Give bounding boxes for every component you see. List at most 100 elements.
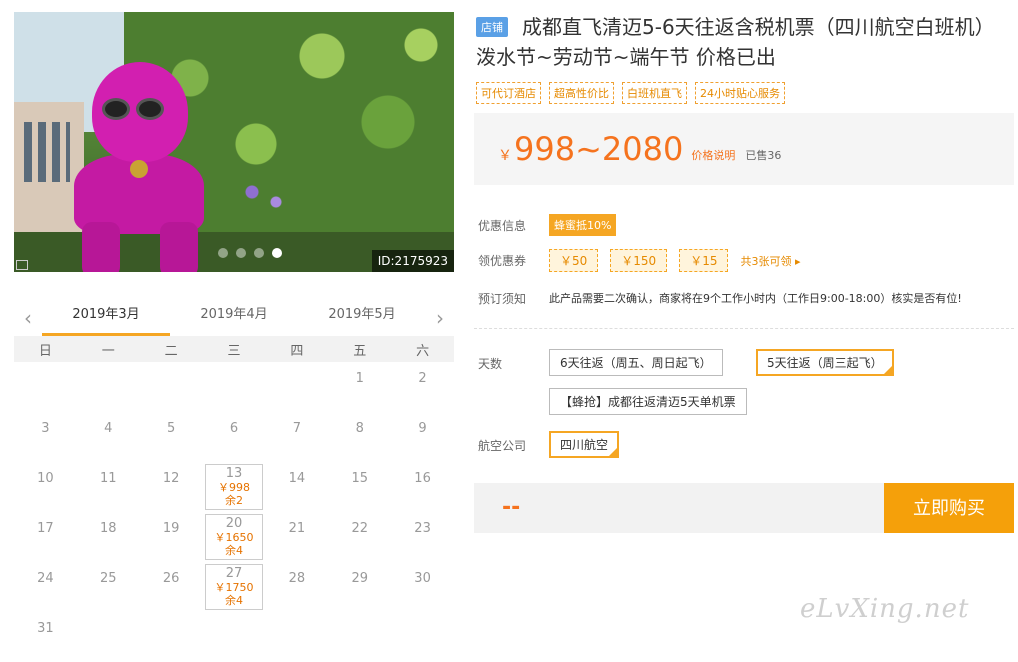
day-number: 7 [292, 421, 301, 436]
coupon-item[interactable]: ￥15 [679, 249, 729, 272]
chevron-left-icon[interactable]: ‹ [14, 306, 42, 330]
calendar-day: 18 [77, 512, 140, 562]
notice-text: 此产品需要二次确认，商家将在9个工作小时内（工作日9:00-18:00）核实是否… [549, 292, 962, 305]
chevron-right-icon[interactable]: › [426, 306, 454, 330]
day-number: 19 [162, 521, 180, 536]
day-number: 18 [100, 521, 117, 536]
calendar-day: 15 [328, 462, 391, 512]
day-number: 2 [418, 371, 427, 386]
weekday-label: 二 [164, 343, 178, 359]
slide-dot[interactable] [236, 248, 246, 258]
calendar-day: 24 [14, 562, 77, 612]
calendar-day: 30 [391, 562, 454, 612]
airline-option-selected[interactable]: 四川航空 [549, 431, 620, 458]
day-number: 13 [225, 466, 243, 481]
tab-month-3[interactable]: 2019年5月 [298, 300, 426, 336]
calendar-day: 17 [14, 512, 77, 562]
price-explain-link[interactable]: 价格说明 [691, 147, 735, 163]
notice-label: 预订须知 [478, 292, 527, 306]
slide-dots [218, 248, 282, 258]
day-number: 8 [355, 421, 364, 436]
calendar-day: 25 [77, 562, 140, 612]
weekday-label: 三 [227, 343, 241, 359]
product-title: 成都直飞清迈5-6天往返含税机票（四川航空白班机）泼水节~劳动节~端午节 价格已… [476, 15, 995, 69]
store-badge: 店铺 [476, 17, 508, 37]
day-number: 30 [414, 571, 431, 586]
day-stock: 余4 [224, 544, 243, 557]
calendar-day [265, 362, 328, 412]
tab-month-1[interactable]: 2019年3月 [42, 300, 170, 336]
pink-statue [74, 62, 204, 272]
buy-now-button[interactable]: 立即购买 [884, 483, 1014, 533]
calendar-day-available[interactable]: 27 ￥1750 余4 [204, 564, 264, 610]
day-number: 25 [100, 571, 117, 586]
photo-thumbnail-icon[interactable] [16, 260, 28, 270]
calendar-day: 5 [140, 412, 203, 462]
day-number: 9 [418, 421, 427, 436]
discount-label: 优惠信息 [478, 219, 527, 233]
coupon-item[interactable]: ￥150 [610, 249, 668, 272]
day-number: 26 [162, 571, 180, 586]
day-option-selected[interactable]: 5天往返（周三起飞） [756, 349, 894, 376]
purchase-bar: -- 立即购买 [474, 483, 1014, 533]
coupon-more-link[interactable]: 共3张可领 ▸ [740, 253, 800, 269]
day-price: ￥1650 [214, 531, 254, 544]
slide-dot[interactable] [254, 248, 264, 258]
weekday-label: 四 [290, 343, 304, 359]
days-label: 天数 [478, 357, 503, 371]
slide-dot[interactable] [218, 248, 228, 258]
calendar-day: 8 [328, 412, 391, 462]
day-number: 6 [229, 421, 239, 436]
tab-month-2[interactable]: 2019年4月 [170, 300, 298, 336]
product-photo[interactable]: ID:2175923 [14, 12, 454, 272]
weekday-label: 六 [416, 343, 430, 359]
photo-id-label: ID:2175923 [371, 250, 454, 272]
calendar-day: 10 [14, 462, 77, 512]
feature-tag: 可代订酒店 [476, 82, 541, 104]
day-number: 3 [41, 421, 50, 436]
calendar-day: 1 [328, 362, 391, 412]
feature-tag: 白班机直飞 [622, 82, 687, 104]
day-number: 23 [414, 521, 431, 536]
slide-dot-active[interactable] [272, 248, 282, 258]
currency-symbol: ￥ [498, 148, 512, 164]
calendar-day: 4 [77, 412, 140, 462]
calendar-day: 6 [203, 412, 266, 462]
calendar-day: 29 [328, 562, 391, 612]
section-divider [474, 328, 1014, 329]
calendar-day: 28 [265, 562, 328, 612]
calendar-weekday-header: 日 一 二 三 四 五 六 [14, 336, 454, 362]
day-number: 5 [166, 421, 176, 436]
calendar-grid: 1 2 3 4 5 6 7 8 9 10 11 12 13 ￥998 余2 14 15 16 17 18 19 20 ￥16… [14, 362, 454, 662]
day-price: ￥998 [217, 481, 250, 494]
day-number: 12 [162, 471, 180, 486]
calendar-day: 21 [265, 512, 328, 562]
calendar-day-available[interactable]: 20 ￥1650 余4 [204, 514, 264, 560]
calendar-day: 16 [391, 462, 454, 512]
calendar-day-available[interactable]: 13 ￥998 余2 [204, 464, 264, 510]
day-option[interactable]: 【蜂抢】成都往返清迈5天单机票 [549, 388, 747, 415]
calendar-day: 22 [328, 512, 391, 562]
day-option[interactable]: 6天往返（周五、周日起飞） [549, 349, 723, 376]
price-panel: ￥ 998~2080 价格说明 已售36 [474, 113, 1014, 185]
day-number: 27 [225, 566, 243, 581]
calendar-day: 12 [140, 462, 203, 512]
day-number: 10 [37, 471, 54, 486]
discount-badge: 蜂蜜抵10% [549, 214, 617, 236]
coupon-item[interactable]: ￥50 [549, 249, 599, 272]
coupon-label: 领优惠券 [478, 254, 527, 268]
calendar-day: 9 [391, 412, 454, 462]
day-number: 14 [288, 471, 306, 486]
day-number: 1 [355, 371, 364, 386]
calendar-day: 31 [14, 612, 77, 662]
calendar-day: 11 [77, 462, 140, 512]
day-number: 4 [104, 421, 113, 436]
calendar-day [140, 362, 203, 412]
feature-tags: 可代订酒店 超高性价比 白班机直飞 24小时贴心服务 [476, 82, 785, 104]
calendar-day: 3 [14, 412, 77, 462]
calendar-day: 2 [391, 362, 454, 412]
day-price: ￥1750 [214, 581, 254, 594]
calendar-month-nav: ‹ 2019年3月 2019年4月 2019年5月 › [14, 300, 454, 336]
airline-label: 航空公司 [478, 439, 527, 453]
day-number: 16 [414, 471, 431, 486]
